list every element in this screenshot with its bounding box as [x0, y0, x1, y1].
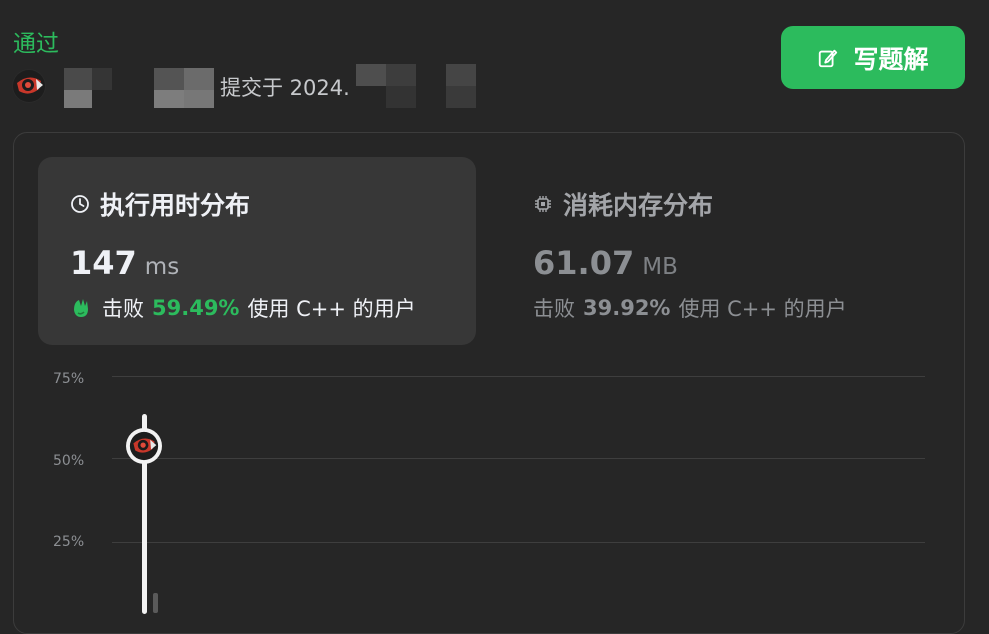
write-solution-button[interactable]: 写题解 [781, 26, 965, 89]
current-runtime-avatar[interactable] [126, 428, 162, 464]
submission-time: 提交于 2024. [220, 76, 350, 100]
submitter-row [12, 64, 224, 108]
memory-title: 消耗内存分布 [533, 186, 713, 222]
clap-icon [74, 299, 88, 317]
y-tick-25: 25% [53, 534, 85, 550]
edit-icon [819, 49, 838, 67]
runtime-title-text: 执行用时分布 [100, 191, 251, 220]
memory-number: 61.07 [533, 244, 635, 282]
runtime-value: 147 ms [70, 244, 179, 282]
gridline-75 [112, 376, 925, 377]
runtime-beat-label: 击败 [102, 297, 144, 321]
memory-beat-label: 击败 [533, 297, 575, 321]
runtime-distribution-chart: 75% 50% 25% [38, 360, 938, 614]
runtime-beat-percent: 59.49% [152, 296, 240, 320]
runtime-number: 147 [70, 244, 137, 282]
memory-title-text: 消耗内存分布 [563, 191, 714, 220]
memory-beat-percent: 39.92% [583, 296, 671, 320]
runtime-unit: ms [144, 254, 180, 280]
avatar-image [129, 431, 159, 461]
write-solution-label: 写题解 [853, 44, 929, 74]
time-redacted [356, 64, 476, 110]
avatar-image [13, 70, 45, 102]
gridline-25 [112, 542, 925, 543]
small-bar[interactable] [153, 593, 158, 613]
chip-icon [535, 196, 551, 212]
memory-beat-suffix: 使用 C++ 的用户 [678, 297, 847, 321]
status-label: 通过 [13, 31, 59, 57]
username-redacted [54, 64, 224, 108]
memory-value: 61.07 MB [533, 244, 678, 282]
gridline-50 [112, 458, 925, 459]
runtime-title: 执行用时分布 [70, 186, 250, 222]
avatar[interactable] [12, 69, 46, 103]
clock-icon [71, 195, 89, 213]
memory-beat: 击败 39.92% 使用 C++ 的用户 [533, 293, 847, 323]
runtime-beat-suffix: 使用 C++ 的用户 [247, 297, 416, 321]
memory-unit: MB [642, 254, 678, 280]
runtime-beat: 击败 59.49% 使用 C++ 的用户 [70, 293, 416, 323]
y-tick-75: 75% [53, 371, 85, 387]
y-tick-50: 50% [53, 453, 85, 469]
